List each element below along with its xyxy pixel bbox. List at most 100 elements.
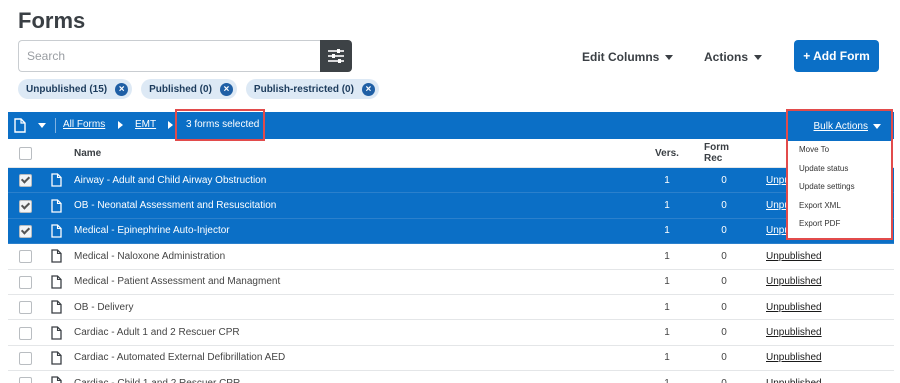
table-row[interactable]: Medical - Patient Assessment and Managme… (8, 270, 894, 295)
row-checkbox[interactable] (19, 275, 32, 289)
table-row[interactable]: Cardiac - Adult 1 and 2 Rescuer CPR 1 0 Unp… (8, 320, 894, 346)
menu-item-update-status[interactable]: Update status (788, 160, 891, 179)
form-rec-count: 0 (721, 301, 727, 313)
actions-label: Actions (704, 50, 749, 64)
document-icon (51, 300, 62, 314)
filter-button[interactable] (320, 40, 352, 72)
row-checkbox[interactable] (19, 199, 32, 213)
form-version: 1 (664, 225, 670, 237)
document-icon (51, 351, 62, 365)
form-rec-count: 0 (721, 174, 727, 186)
row-checkbox[interactable] (19, 250, 32, 264)
form-name[interactable]: OB - Neonatal Assessment and Resuscitati… (74, 193, 276, 217)
row-checkbox[interactable] (19, 224, 32, 238)
status-link[interactable]: Unpublished (766, 371, 822, 383)
chevron-right-icon (118, 121, 123, 129)
filter-chip-unpublished: Unpublished (15) × (18, 79, 133, 99)
form-version: 1 (664, 250, 670, 262)
status-link[interactable]: Unpublished (766, 346, 822, 370)
page-title: Forms (18, 8, 86, 33)
menu-item-move-to[interactable]: Move To (788, 141, 891, 160)
table-row[interactable]: Medical - Epinephrine Auto-Injector10Unp… (8, 218, 894, 245)
form-name[interactable]: Cardiac - Child 1 and 2 Rescuer CPR (74, 371, 240, 383)
check-icon (20, 199, 31, 210)
edit-columns-button[interactable]: Edit Columns (582, 50, 674, 64)
chip-label: Published (0) (149, 83, 212, 95)
menu-item-export-pdf[interactable]: Export PDF (788, 215, 891, 234)
filter-chips: Unpublished (15) × Published (0) × Publi… (18, 79, 379, 99)
form-name[interactable]: OB - Delivery (74, 295, 133, 319)
table-row[interactable]: Cardiac - Child 1 and 2 Rescuer CPR 1 0 Unp… (8, 371, 894, 383)
menu-item-export-xml[interactable]: Export XML (788, 197, 891, 216)
search-input[interactable] (18, 40, 320, 72)
status-link[interactable]: Unpublished (766, 320, 822, 344)
document-icon (51, 376, 62, 383)
status-link[interactable]: Unpublished (766, 244, 822, 268)
selection-highlight (175, 109, 265, 141)
bulk-actions-label: Bulk Actions (813, 120, 868, 132)
divider (55, 118, 56, 133)
bulk-actions-menu: Move To Update status Update settings Ex… (788, 141, 891, 234)
form-name[interactable]: Cardiac - Automated External Defibrillat… (74, 346, 285, 370)
select-all-checkbox[interactable] (19, 147, 32, 160)
chevron-down-icon (754, 54, 763, 60)
form-version: 1 (664, 276, 670, 288)
breadcrumb-bar: All Forms EMT 3 forms selected (8, 112, 894, 139)
close-circle-icon[interactable]: × (115, 82, 129, 96)
chevron-down-icon (665, 54, 674, 60)
close-circle-icon[interactable]: × (219, 82, 233, 96)
row-checkbox[interactable] (19, 301, 32, 315)
column-header-vers[interactable]: Vers. (652, 139, 682, 167)
status-link[interactable]: Unpublished (766, 270, 822, 294)
table-row[interactable]: Medical - Naloxone Administration 1 0 Unpub… (8, 244, 894, 270)
actions-button[interactable]: Actions (704, 50, 763, 64)
document-icon (51, 275, 62, 289)
chip-label: Unpublished (15) (26, 83, 108, 95)
form-name[interactable]: Medical - Naloxone Administration (74, 244, 225, 268)
table-row[interactable]: Airway - Adult and Child Airway Obstruct… (8, 168, 894, 194)
document-icon (51, 198, 62, 213)
check-icon (20, 225, 31, 235)
form-name[interactable]: Medical - Patient Assessment and Managme… (74, 270, 280, 294)
table-row[interactable]: OB - Neonatal Assessment and Resuscitati… (8, 193, 894, 219)
row-checkbox[interactable] (19, 326, 32, 340)
row-checkbox[interactable] (19, 174, 32, 188)
table-row[interactable]: OB - Delivery 1 0 Unpublished (8, 295, 894, 321)
form-rec-count: 0 (704, 371, 744, 383)
close-circle-icon[interactable]: × (361, 82, 375, 96)
add-form-label: + Add Form (803, 49, 870, 63)
check-icon (20, 174, 31, 184)
form-version: 1 (664, 174, 670, 186)
bulk-actions-dropdown: Bulk Actions Move To Update status Updat… (786, 109, 893, 240)
breadcrumb-all-forms[interactable]: All Forms (63, 119, 105, 130)
filter-chip-published: Published (0) × (141, 79, 237, 99)
form-name[interactable]: Cardiac - Adult 1 and 2 Rescuer CPR (74, 320, 240, 344)
bulk-actions-button[interactable]: Bulk Actions (788, 111, 891, 141)
filter-chip-publish-restricted: Publish-restricted (0) × (245, 79, 379, 99)
document-icon[interactable] (14, 118, 26, 133)
status-link[interactable]: Unpublished (766, 295, 822, 319)
add-form-button[interactable]: + Add Form (794, 40, 879, 72)
column-header-name[interactable]: Name (74, 139, 101, 167)
form-name[interactable]: Airway - Adult and Child Airway Obstruct… (74, 168, 266, 192)
form-version: 1 (664, 327, 670, 339)
form-name[interactable]: Medical - Epinephrine Auto-Injector (74, 219, 230, 243)
form-rec-count: 0 (721, 225, 727, 237)
breadcrumb-emt[interactable]: EMT (135, 119, 156, 130)
form-rec-count: 0 (721, 352, 727, 364)
forms-table: Name Vers. Form Rec Airway - Adult and C… (8, 139, 894, 383)
menu-item-update-settings[interactable]: Update settings (788, 178, 891, 197)
table-header: Name Vers. Form Rec (8, 139, 894, 168)
row-checkbox[interactable] (19, 351, 32, 365)
form-rec-count: 0 (721, 327, 727, 339)
chevron-down-icon[interactable] (38, 123, 46, 128)
table-row[interactable]: Cardiac - Automated External Defibrillat… (8, 346, 894, 372)
chevron-down-icon (873, 123, 881, 129)
form-version: 1 (664, 200, 670, 212)
document-icon (51, 249, 62, 264)
form-rec-count: 0 (721, 250, 727, 262)
document-icon (51, 325, 62, 340)
edit-columns-label: Edit Columns (582, 50, 660, 64)
row-checkbox[interactable] (19, 377, 32, 383)
column-header-form-rec[interactable]: Form Rec (704, 139, 744, 167)
